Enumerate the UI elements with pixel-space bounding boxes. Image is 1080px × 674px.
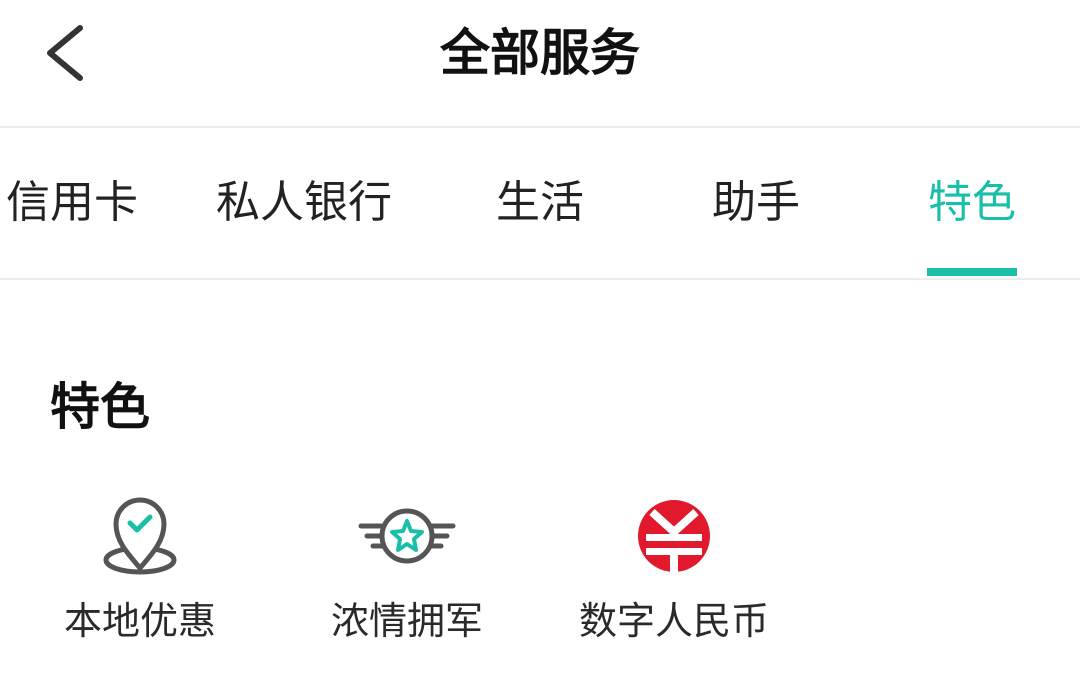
service-digital-rmb[interactable]: 数字人民币 [564, 480, 784, 660]
service-military-support[interactable]: 浓情拥军 [297, 480, 517, 660]
section-title: 特色 [50, 378, 150, 436]
service-local-discounts[interactable]: 本地优惠 [30, 480, 250, 660]
location-check-icon [90, 490, 190, 586]
category-tabs: 信用卡 私人银行 生活 助手 特色 [0, 128, 1080, 280]
page-title: 全部服务 [440, 24, 640, 82]
tab-private-banking[interactable]: 私人银行 [216, 128, 392, 278]
active-tab-indicator [927, 268, 1017, 276]
tab-credit-card[interactable]: 信用卡 [6, 128, 138, 278]
digital-rmb-icon [624, 490, 724, 586]
header-bar: 全部服务 [0, 0, 1080, 128]
tab-featured[interactable]: 特色 [928, 128, 1016, 278]
service-label: 本地优惠 [63, 599, 216, 643]
tab-life[interactable]: 生活 [496, 128, 584, 278]
service-label: 数字人民币 [578, 599, 769, 643]
star-wings-badge-icon [357, 490, 457, 586]
service-label: 浓情拥军 [330, 599, 483, 643]
tab-assistant[interactable]: 助手 [712, 128, 800, 278]
